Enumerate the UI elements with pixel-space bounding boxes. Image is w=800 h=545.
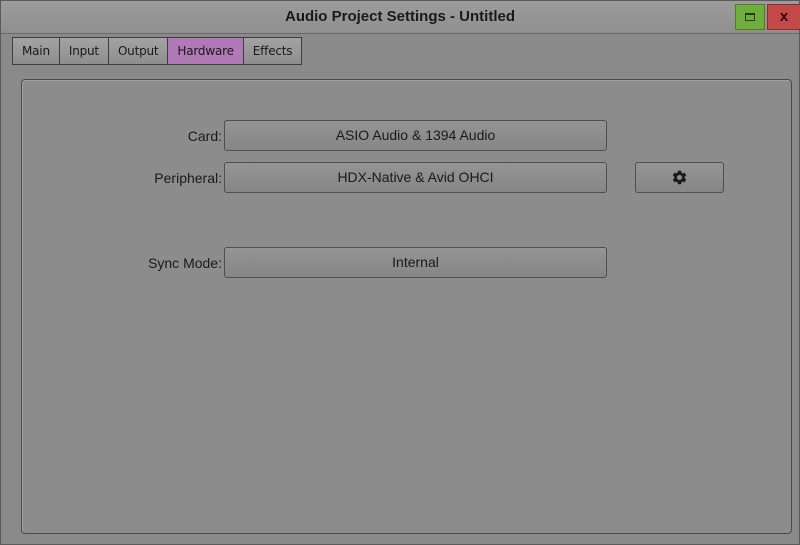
sync-mode-select[interactable]: Internal (224, 247, 607, 278)
tab-main[interactable]: Main (12, 37, 60, 65)
tab-input[interactable]: Input (59, 37, 109, 65)
tab-output[interactable]: Output (108, 37, 169, 65)
peripheral-label: Peripheral: (154, 170, 222, 186)
audio-project-settings-window: Audio Project Settings - Untitled x Main… (0, 0, 800, 545)
tab-hardware[interactable]: Hardware (168, 37, 244, 65)
sync-mode-label: Sync Mode: (148, 255, 222, 271)
tab-effects[interactable]: Effects (243, 37, 303, 65)
window-title: Audio Project Settings - Untitled (284, 8, 515, 25)
title-bar[interactable]: Audio Project Settings - Untitled x (1, 1, 800, 34)
maximize-button[interactable] (735, 4, 765, 30)
settings-tab-bar: Main Input Output Hardware Effects (12, 37, 303, 65)
peripheral-settings-button[interactable] (635, 162, 724, 193)
peripheral-select[interactable]: HDX-Native & Avid OHCI (224, 162, 607, 193)
card-label: Card: (187, 128, 222, 144)
hardware-settings-panel: Card: ASIO Audio & 1394 Audio Peripheral… (21, 79, 792, 534)
card-select[interactable]: ASIO Audio & 1394 Audio (224, 120, 607, 151)
gear-icon (672, 170, 687, 185)
close-button[interactable]: x (767, 4, 800, 30)
close-icon: x (779, 8, 789, 25)
maximize-icon (745, 13, 755, 21)
